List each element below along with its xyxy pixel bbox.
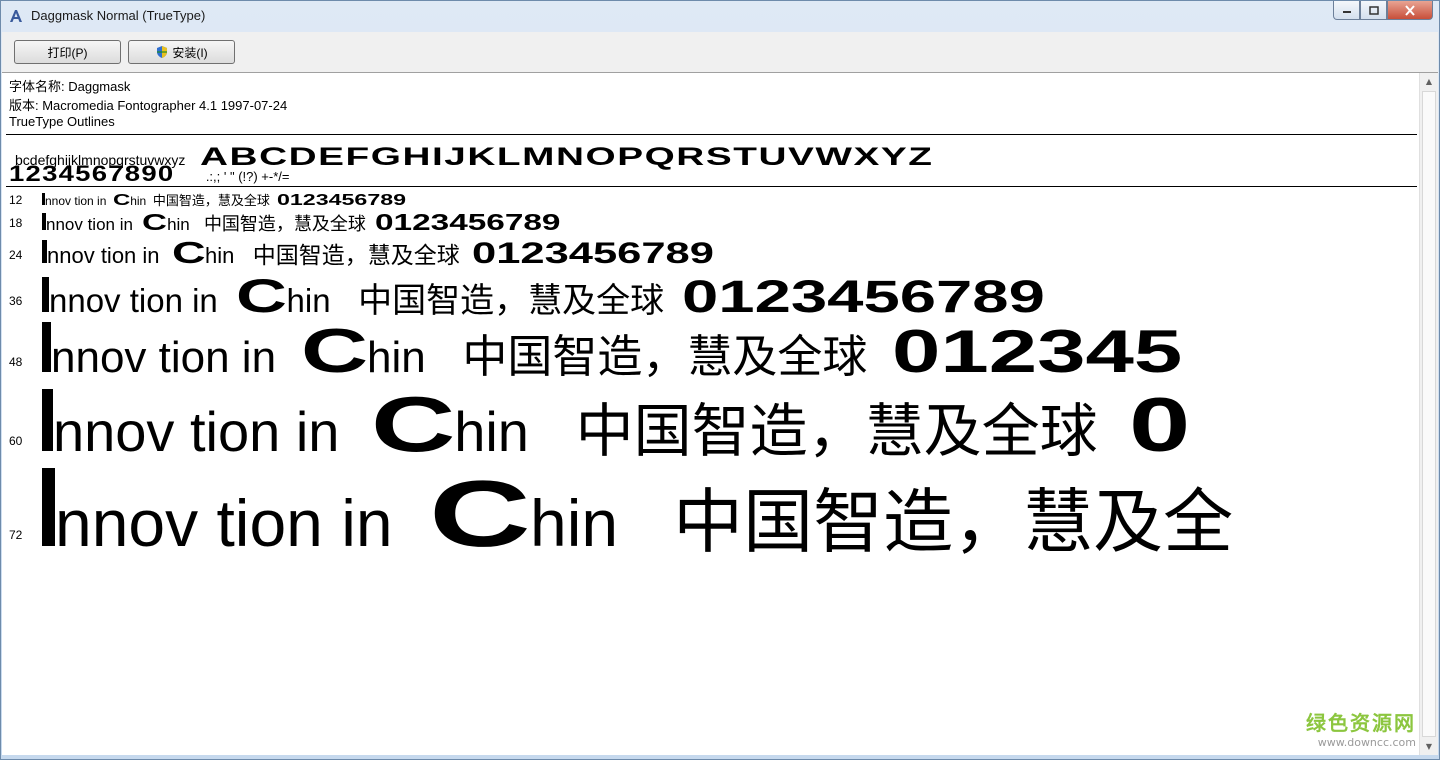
window-title: Daggmask Normal (TrueType): [31, 8, 206, 23]
sample-cjk: 中国智造，慧及全球: [358, 281, 665, 321]
sample-text: nnov tion in: [55, 486, 393, 560]
size-label: 24: [9, 248, 23, 262]
sample-line-12: nnov tion in Chin 中国智造，慧及全球 0123456789: [42, 192, 406, 209]
scroll-up-icon[interactable]: ▲: [1420, 73, 1438, 90]
font-name-line: 字体名称: Daggmask: [9, 79, 131, 94]
sample-line-48: nnov tion in Chin 中国智造，慧及全球 012345: [42, 317, 1182, 386]
sample-text: nnov tion in: [51, 333, 277, 382]
scroll-down-icon[interactable]: ▼: [1420, 738, 1438, 755]
divider: [6, 186, 1417, 187]
sample-digits: 0123456789: [471, 237, 714, 270]
sample-text: hin: [286, 282, 331, 319]
sample-text: hin: [205, 243, 235, 268]
scrollbar-track[interactable]: [1422, 91, 1436, 737]
sample-digits: 012345: [891, 318, 1183, 385]
size-label: 18: [9, 216, 23, 230]
shield-icon: [157, 46, 168, 58]
sample-digits: 0: [1128, 383, 1191, 468]
sample-cjk: 中国智造，慧及全球: [252, 243, 460, 269]
charset-digits-line: 1234567890 .:,; ' " (!?) +-*/=: [9, 161, 290, 187]
sample-letter: C: [171, 235, 206, 270]
sample-cjk: 中国智造，慧及全球: [575, 397, 1098, 465]
sample-cjk: 中国智造，慧及全: [673, 481, 1234, 563]
watermark-url: www.downcc.com: [1317, 736, 1416, 749]
vertical-scrollbar[interactable]: ▲ ▼: [1419, 73, 1438, 755]
sample-digits: 0123456789: [276, 192, 406, 209]
size-label: 48: [9, 355, 23, 369]
sample-text: hin: [366, 333, 426, 382]
font-viewer-window: Daggmask Normal (TrueType) 打印(P) 安装(I) 字…: [0, 0, 1440, 760]
toolbar: 打印(P) 安装(I): [2, 32, 1438, 73]
sample-digits: 0123456789: [375, 209, 561, 235]
title-bar[interactable]: Daggmask Normal (TrueType): [1, 1, 1440, 31]
sample-text: nnov tion in: [49, 282, 218, 319]
charset-punctuation: .:,; ' " (!?) +-*/=: [205, 169, 290, 184]
sample-line-72: nnov tion in Chin 中国智造，慧及全: [42, 467, 1233, 561]
close-button[interactable]: [1387, 1, 1433, 20]
maximize-icon: [1368, 5, 1379, 15]
font-preview-area[interactable]: 字体名称: Daggmask 版本: Macromedia Fontograph…: [2, 73, 1438, 755]
font-version-line: 版本: Macromedia Fontographer 4.1 1997-07-…: [9, 98, 288, 113]
sample-line-60: nnov tion in Chin 中国智造，慧及全球 0: [42, 380, 1190, 468]
sample-letter: C: [300, 317, 368, 386]
install-button[interactable]: 安装(I): [128, 40, 235, 64]
sample-text: hin: [530, 486, 619, 560]
watermark-logo: 绿色资源网 www.downcc.com: [1306, 707, 1416, 749]
size-label: 12: [9, 193, 23, 207]
sample-digits: 0123456789: [682, 271, 1046, 322]
sample-line-24: nnov tion in Chin 中国智造，慧及全球 0123456789: [42, 235, 714, 270]
maximize-button[interactable]: [1360, 1, 1387, 20]
sample-line-36: nnov tion in Chin 中国智造，慧及全球 0123456789: [42, 269, 1045, 322]
sample-text: nnov tion in: [46, 215, 133, 234]
size-label: 60: [9, 434, 23, 448]
size-label: 72: [9, 528, 23, 542]
sample-text: hin: [167, 215, 190, 234]
sample-line-18: nnov tion in Chin 中国智造，慧及全球 0123456789: [42, 209, 561, 235]
font-type-line: TrueType Outlines: [9, 114, 115, 129]
charset-digits: 1234567890: [9, 161, 175, 186]
sample-text: nnov tion in: [47, 243, 160, 268]
sample-cjk: 中国智造，慧及全球: [462, 330, 868, 383]
sample-text: hin: [454, 400, 529, 463]
close-icon: [1405, 4, 1415, 16]
sample-letter: C: [236, 269, 288, 322]
sample-text: nnov tion in: [45, 194, 107, 208]
sample-cjk: 中国智造，慧及全球: [203, 214, 366, 235]
sample-letter: C: [142, 209, 168, 235]
sample-letter: C: [370, 380, 456, 468]
size-label: 36: [9, 294, 23, 308]
sample-text: nnov tion in: [53, 400, 340, 463]
sample-cjk: 中国智造，慧及全球: [152, 194, 270, 209]
sample-letter: C: [429, 461, 532, 566]
print-button-label: 打印(P): [47, 45, 88, 60]
sample-letter: C: [113, 192, 131, 209]
sample-text: hin: [130, 194, 147, 208]
charset-uppercase: ABCDEFGHIJKLMNOPQRSTUVWXYZ: [199, 143, 934, 171]
minimize-icon: [1342, 11, 1351, 13]
divider: [6, 134, 1417, 135]
install-button-label: 安装(I): [172, 45, 208, 60]
print-button[interactable]: 打印(P): [14, 40, 121, 64]
minimize-button[interactable]: [1333, 1, 1360, 20]
watermark-name: 绿色资源网: [1306, 711, 1416, 735]
font-app-icon: [10, 10, 22, 22]
